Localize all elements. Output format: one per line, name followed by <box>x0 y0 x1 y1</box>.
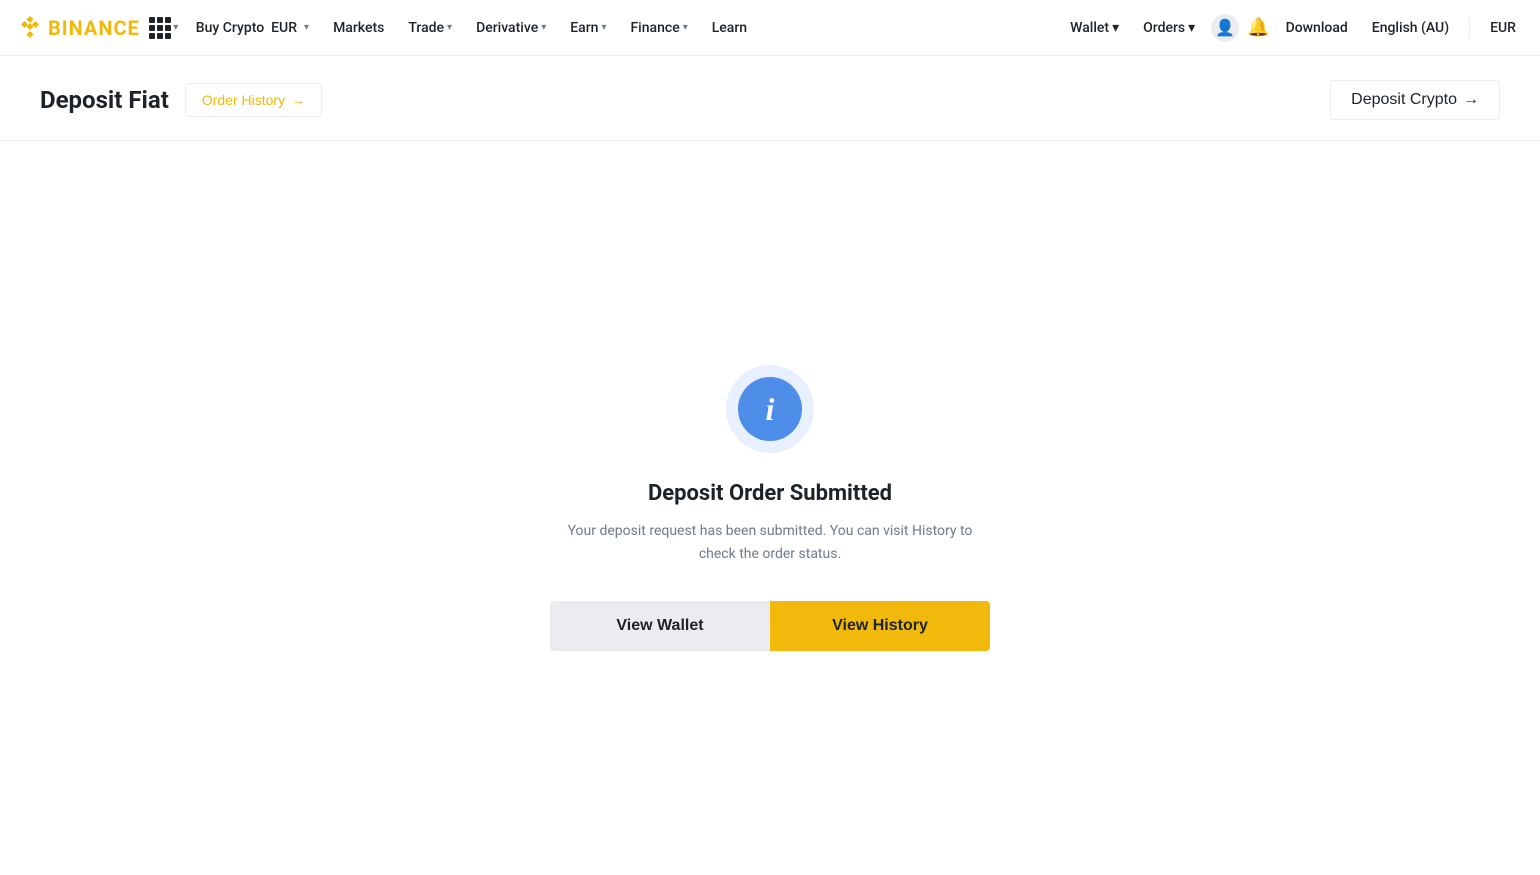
nav-orders[interactable]: Orders ▾ <box>1135 0 1203 56</box>
nav-item-trade[interactable]: Trade ▾ <box>396 0 464 56</box>
page-header-left: Deposit Fiat Order History → <box>40 83 322 117</box>
nav-divider <box>1469 18 1470 38</box>
nav-item-learn[interactable]: Learn <box>700 0 759 56</box>
nav-item-derivative[interactable]: Derivative ▾ <box>464 0 558 56</box>
nav-item-markets[interactable]: Markets <box>321 0 396 56</box>
deposit-crypto-button[interactable]: Deposit Crypto → <box>1330 80 1500 120</box>
main-content: i Deposit Order Submitted Your deposit r… <box>0 141 1540 875</box>
nav-download[interactable]: Download <box>1278 0 1356 56</box>
notification-bell-icon[interactable]: 🔔 <box>1247 17 1269 38</box>
nav-item-earn[interactable]: Earn ▾ <box>558 0 618 56</box>
grid-icon <box>149 17 171 39</box>
nav-right: Wallet ▾ Orders ▾ 👤 🔔 Download English (… <box>1062 0 1524 56</box>
view-history-button[interactable]: View History <box>770 601 990 651</box>
info-icon-wrapper: i <box>726 365 814 453</box>
chevron-down-icon: ▾ <box>447 22 452 33</box>
chevron-down-icon: ▾ <box>683 22 688 33</box>
navbar: BINANCE ▾ Buy Crypto EUR ▾ Markets Trade… <box>0 0 1540 56</box>
logo[interactable]: BINANCE <box>16 14 140 42</box>
chevron-down-icon: ▾ <box>1112 20 1119 36</box>
info-icon: i <box>738 377 802 441</box>
profile-icon[interactable]: 👤 <box>1211 14 1239 42</box>
binance-logo-icon <box>16 14 44 42</box>
nav-item-finance[interactable]: Finance ▾ <box>618 0 699 56</box>
chevron-down-icon: ▾ <box>304 22 309 33</box>
order-history-button[interactable]: Order History → <box>185 83 322 117</box>
nav-currency[interactable]: EUR <box>1482 0 1524 56</box>
action-buttons: View Wallet View History <box>550 601 990 651</box>
nav-items: Buy Crypto EUR ▾ Markets Trade ▾ Derivat… <box>184 0 1062 56</box>
nav-wallet[interactable]: Wallet ▾ <box>1062 0 1127 56</box>
page-header: Deposit Fiat Order History → Deposit Cry… <box>0 56 1540 141</box>
success-title: Deposit Order Submitted <box>648 481 892 506</box>
chevron-down-icon: ▾ <box>541 22 546 33</box>
grid-chevron: ▾ <box>173 22 178 33</box>
nav-language[interactable]: English (AU) <box>1364 0 1457 56</box>
chevron-down-icon: ▾ <box>601 22 606 33</box>
success-description: Your deposit request has been submitted.… <box>550 520 990 565</box>
view-wallet-button[interactable]: View Wallet <box>550 601 770 651</box>
grid-menu-button[interactable]: ▾ <box>148 12 180 44</box>
nav-item-buy-crypto[interactable]: Buy Crypto EUR ▾ <box>184 0 321 56</box>
brand-name: BINANCE <box>48 16 140 40</box>
page-title: Deposit Fiat <box>40 86 169 114</box>
chevron-down-icon: ▾ <box>1188 20 1195 36</box>
